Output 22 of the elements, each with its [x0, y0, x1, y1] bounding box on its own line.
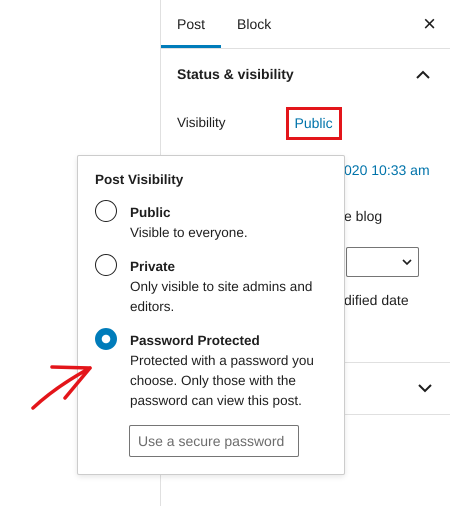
option-description: Only visible to site admins and editors. — [130, 278, 314, 316]
option-label: Password Protected — [130, 332, 261, 350]
sidebar-tab[interactable]: Post — [161, 0, 222, 48]
sidebar-tab[interactable]: Block — [221, 0, 288, 48]
chevron-down-icon — [402, 258, 412, 266]
publish-date-link[interactable]: 020 10:33 am — [344, 160, 430, 180]
radio-button[interactable] — [95, 328, 117, 350]
close-button[interactable]: × — [409, 0, 450, 48]
option-description: Visible to everyone. — [130, 224, 248, 242]
visibility-label: Visibility — [177, 114, 226, 132]
sticky-label: e blog — [344, 206, 382, 226]
panel-title: Status & visibility — [177, 64, 294, 84]
radio-button[interactable] — [95, 254, 117, 276]
option-label: Private — [130, 258, 176, 276]
password-field[interactable]: Use a secure password — [129, 425, 299, 458]
radio-button[interactable] — [95, 200, 117, 222]
visibility-link[interactable]: Public — [286, 106, 342, 140]
option-description: Protected with a password you choose. Only those with the password can view this post. — [130, 352, 315, 410]
popover-title: Post Visibility — [95, 171, 184, 189]
author-select[interactable] — [346, 247, 419, 277]
modified-date-label: dified date — [344, 290, 409, 310]
option-label: Public — [130, 204, 172, 222]
